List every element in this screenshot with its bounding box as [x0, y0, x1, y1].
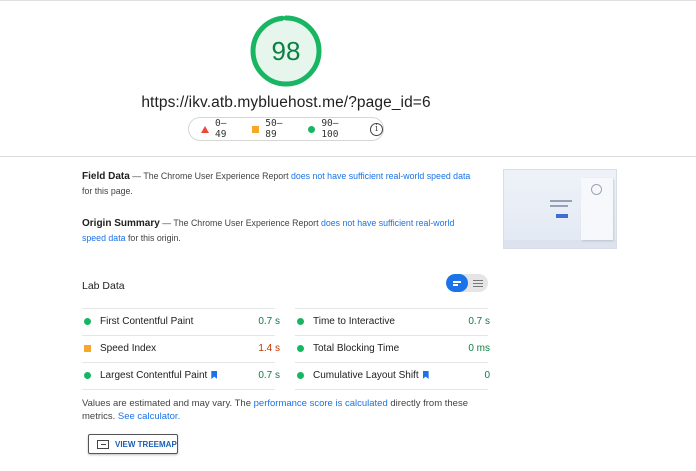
average-square-icon [84, 345, 91, 352]
field-data-section: Field Data — The Chrome User Experience … [82, 169, 472, 199]
legend-poor: 0–49 [201, 118, 237, 140]
square-icon [252, 125, 260, 133]
field-data-dash: — [129, 171, 144, 181]
metric-label: Total Blocking Time [313, 343, 400, 354]
section-divider [0, 156, 696, 157]
good-circle-icon [297, 318, 304, 325]
wordpress-icon [591, 184, 602, 195]
metric-label: Time to Interactive [313, 316, 395, 327]
metric-value: 0 [484, 370, 490, 381]
origin-summary-section: Origin Summary — The Chrome User Experie… [82, 216, 472, 246]
legend-average-label: 50–89 [265, 118, 283, 140]
toggle-compact-view[interactable] [446, 274, 468, 292]
page-screenshot-thumbnail [503, 169, 617, 249]
metrics-view-toggle[interactable] [446, 274, 488, 292]
good-circle-icon [84, 372, 91, 379]
good-circle-icon [297, 345, 304, 352]
circle-icon [308, 125, 316, 133]
treemap-icon [97, 439, 109, 449]
score-legend: 0–49 50–89 90–100 i [188, 117, 384, 141]
compact-view-icon [453, 284, 458, 286]
metric-value: 0.7 s [258, 316, 280, 327]
metric-value: 1.4 s [258, 343, 280, 354]
metric-value: 0.7 s [258, 370, 280, 381]
legend-average: 50–89 [252, 118, 293, 140]
metric-label-wrap: Largest Contentful Paint [100, 370, 258, 381]
page-url: https://ikv.atb.mybluehost.me/?page_id=6 [141, 94, 431, 111]
see-calculator-link[interactable]: See calculator. [118, 411, 180, 422]
metric-label: Cumulative Layout Shift [313, 370, 419, 381]
expanded-view-icon [473, 280, 483, 282]
metric-value: 0 ms [468, 343, 490, 354]
metric-divider [295, 389, 488, 390]
field-data-title: Field Data [82, 171, 130, 182]
legend-good: 90–100 [308, 118, 355, 140]
metric-speed-index: Speed Index 1.4 s [84, 335, 280, 362]
bookmark-icon[interactable] [211, 371, 218, 379]
metric-cumulative-layout-shift: Cumulative Layout Shift 0 [297, 362, 490, 389]
metric-first-contentful-paint: First Contentful Paint 0.7 s [84, 308, 280, 335]
score-value: 98 [271, 35, 301, 66]
metric-largest-contentful-paint: Largest Contentful Paint 0.7 s [84, 362, 280, 389]
triangle-icon [201, 125, 209, 133]
field-data-link[interactable]: does not have sufficient real-world spee… [291, 171, 470, 181]
metric-label-wrap: Cumulative Layout Shift [313, 370, 484, 381]
metric-divider [82, 389, 275, 390]
origin-summary-text: The Chrome User Experience Report [173, 218, 321, 228]
top-divider [0, 0, 696, 1]
origin-summary-title: Origin Summary [82, 218, 160, 229]
score-calculated-link[interactable]: performance score is calculated [254, 398, 388, 409]
thumbnail-button [556, 214, 568, 218]
metrics-disclaimer: Values are estimated and may vary. The p… [82, 397, 472, 423]
metric-value: 0.7 s [468, 316, 490, 327]
view-treemap-label: VIEW TREEMAP [115, 439, 177, 449]
info-icon[interactable]: i [370, 122, 383, 136]
thumbnail-text-line [550, 200, 572, 202]
view-treemap-button[interactable]: VIEW TREEMAP [88, 434, 178, 454]
legend-good-label: 90–100 [321, 118, 339, 140]
note-text: Values are estimated and may vary. The [82, 398, 254, 409]
metric-label: Speed Index [100, 343, 157, 354]
thumbnail-floor [504, 240, 616, 248]
expanded-view-icon [473, 283, 483, 285]
metric-time-to-interactive: Time to Interactive 0.7 s [297, 308, 490, 335]
good-circle-icon [84, 318, 91, 325]
field-data-text-end: for this page. [82, 186, 133, 196]
metric-total-blocking-time: Total Blocking Time 0 ms [297, 335, 490, 362]
metric-label: Largest Contentful Paint [100, 370, 208, 381]
lab-data-title: Lab Data [82, 280, 125, 292]
thumbnail-text-line [550, 205, 568, 207]
compact-view-icon [453, 281, 461, 283]
bookmark-icon[interactable] [422, 371, 429, 379]
metric-label: First Contentful Paint [100, 316, 194, 327]
origin-summary-text-end: for this origin. [125, 233, 181, 243]
performance-score-gauge: 98 [249, 14, 323, 88]
field-data-text: The Chrome User Experience Report [143, 171, 291, 181]
expanded-view-icon [473, 286, 483, 288]
good-circle-icon [297, 372, 304, 379]
legend-poor-label: 0–49 [215, 118, 227, 140]
origin-summary-dash: — [159, 218, 174, 228]
